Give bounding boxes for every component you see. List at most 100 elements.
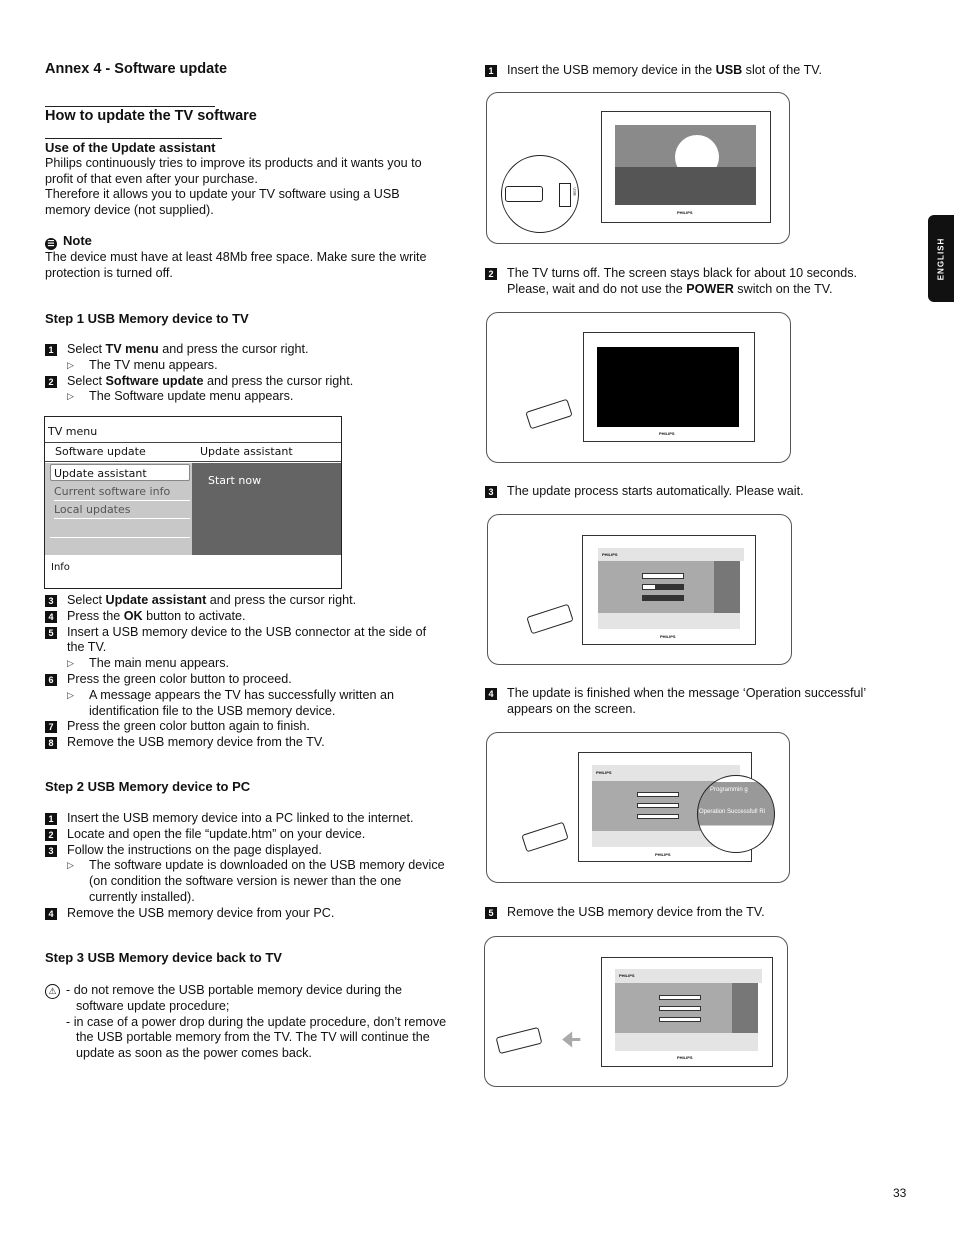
text: and press the cursor right. (203, 373, 354, 388)
decoration (45, 442, 341, 443)
sub-item: ▷ The TV menu appears. (45, 358, 470, 374)
text: 3 (45, 844, 57, 857)
list-item: 3 Follow the instructions on the page dis… (45, 843, 470, 859)
illustration-success: PHILIPS PHILIPS Programmin g Operation S… (486, 732, 790, 883)
text: The main menu appears. (89, 656, 230, 671)
warning-icon: ⚠ (45, 984, 60, 999)
menu-item-current-software-info[interactable]: Current software info (54, 485, 190, 501)
text: Follow the instructions on the page disp… (67, 842, 322, 857)
list-item: 2 Locate and open the file “update.htm” o… (45, 827, 470, 843)
text: TV menu (105, 342, 159, 356)
text-line: profit of that even after your purchase. (45, 171, 258, 186)
text: Update assistant (105, 593, 207, 607)
text: - do not remove the USB portable memory … (66, 983, 403, 997)
right-step-5: 5 Remove the USB memory device from the T… (485, 905, 905, 921)
list-item: 5 Remove the USB memory device from the T… (485, 905, 905, 921)
right-step-4: 4 The update is finished when the message… (485, 686, 905, 718)
text: and press the cursor right. (206, 593, 357, 607)
step1-list-a: 1 Select TV menu and press the cursor rig… (45, 342, 470, 405)
step1-list-b: 3 Select Update assistant and press the c… (45, 593, 470, 751)
menu-item-update-assistant[interactable]: Update assistant (50, 464, 190, 481)
text: 2 (485, 268, 497, 280)
text-line: Philips continuously tries to improve it… (45, 155, 422, 170)
list-item: 7 Press the green color button again to f… (45, 719, 470, 735)
text-line: protection is turned off. (45, 265, 173, 280)
right-step-3: 3 The update process starts automatically… (485, 484, 905, 500)
text: 2 (45, 828, 57, 841)
step1-heading: Step 1 USB Memory device to TV (45, 311, 249, 326)
text: 5 (485, 907, 497, 919)
text: switch on the TV. (733, 281, 833, 296)
list-item: 5 Insert a USB memory device to the USB c… (45, 625, 470, 657)
list-item: 8 Remove the USB memory device from the T… (45, 735, 470, 751)
text: Press the (67, 608, 124, 623)
decoration (659, 1006, 701, 1011)
note-label: Note (63, 233, 92, 248)
decoration (714, 561, 740, 613)
text: The software update is downloaded on the… (89, 858, 445, 873)
text: Operation Successful! Ri (699, 809, 766, 815)
text: A message appears the TV has successfull… (89, 687, 394, 702)
text: Insert the USB memory device into a PC l… (67, 811, 414, 825)
text: The TV menu appears. (89, 357, 218, 372)
arrow-icon: ▷ (67, 860, 74, 871)
note-icon: ☰ (45, 238, 57, 250)
arrow-left-icon: 🠈 (561, 1027, 582, 1052)
text: The update process starts automatically.… (507, 484, 804, 498)
list-item: 1 Insert the USB memory device in the USB… (485, 63, 905, 79)
decoration (45, 461, 341, 462)
decoration: Programmin g Operation Successful! Ri (697, 775, 775, 853)
decoration (525, 398, 573, 430)
list-item: 4 Press the OK button to activate. (45, 609, 470, 625)
decoration (637, 792, 679, 797)
menu-item-local-updates[interactable]: Local updates (54, 503, 190, 519)
text: the TV. (67, 640, 107, 655)
illustration-insert-usb: PHILIPS USB (486, 92, 790, 244)
decoration (526, 603, 574, 635)
step2-list: 1 Insert the USB memory device into a PC … (45, 811, 470, 922)
text: 8 (45, 737, 57, 750)
menu-start-now[interactable]: Start now (208, 474, 261, 487)
illustration-tv-off: PHILIPS (486, 312, 791, 463)
illustration-updating: PHILIPS PHILIPS (487, 514, 792, 665)
decoration (732, 983, 758, 1033)
divider (45, 106, 215, 107)
text: - in case of a power drop during the upd… (66, 1014, 447, 1029)
list-item: 2 The TV turns off. The screen stays blac… (485, 266, 905, 298)
text: the USB portable memory from the TV. The… (76, 1030, 430, 1045)
step3-heading: Step 3 USB Memory device back to TV (45, 950, 282, 965)
decoration (597, 347, 739, 427)
text: The update is finished when the message … (507, 686, 867, 700)
use-block: Use of the Update assistant Philips cont… (45, 140, 470, 219)
list-item: 2 Select Software update and press the cu… (45, 374, 470, 390)
text: 4 (45, 907, 57, 920)
text: 1 (45, 813, 57, 825)
list-item: 1 Insert the USB memory device into a PC … (45, 811, 470, 827)
text: button to activate. (142, 608, 246, 623)
text: software update procedure; (76, 998, 230, 1013)
section-title: How to update the TV software (45, 108, 257, 124)
step-number: 1 (45, 344, 57, 356)
text: PHILIPS (655, 852, 671, 857)
arrow-icon: ▷ (67, 391, 74, 402)
text: Remove the USB memory device from your P… (67, 905, 335, 920)
text: 3 (485, 486, 497, 498)
right-step-1: 1 Insert the USB memory device in the USB… (485, 63, 905, 79)
text: 1 (485, 65, 497, 77)
text: 4 (45, 610, 57, 623)
annex-title: Annex 4 - Software update (45, 61, 228, 77)
text: 4 (485, 688, 497, 700)
arrow-icon: ▷ (67, 359, 74, 370)
step2-heading: Step 2 USB Memory device to PC (45, 779, 251, 794)
note-block: ☰ Note The device must have at least 48Mb… (45, 233, 470, 282)
list-item: 4 Remove the USB memory device from your … (45, 906, 470, 922)
arrow-icon: ▷ (67, 689, 74, 700)
text: POWER (686, 281, 734, 296)
list-item: 1 Select TV menu and press the cursor rig… (45, 342, 470, 358)
list-item: 3 Select Update assistant and press the c… (45, 593, 470, 609)
decoration (559, 183, 571, 207)
page-number: 33 (893, 1186, 907, 1200)
text: Remove the USB memory device from the TV… (507, 905, 765, 919)
tv-menu-screenshot: TV menu Software update Update assistant… (44, 416, 342, 589)
text: 7 (45, 721, 57, 734)
